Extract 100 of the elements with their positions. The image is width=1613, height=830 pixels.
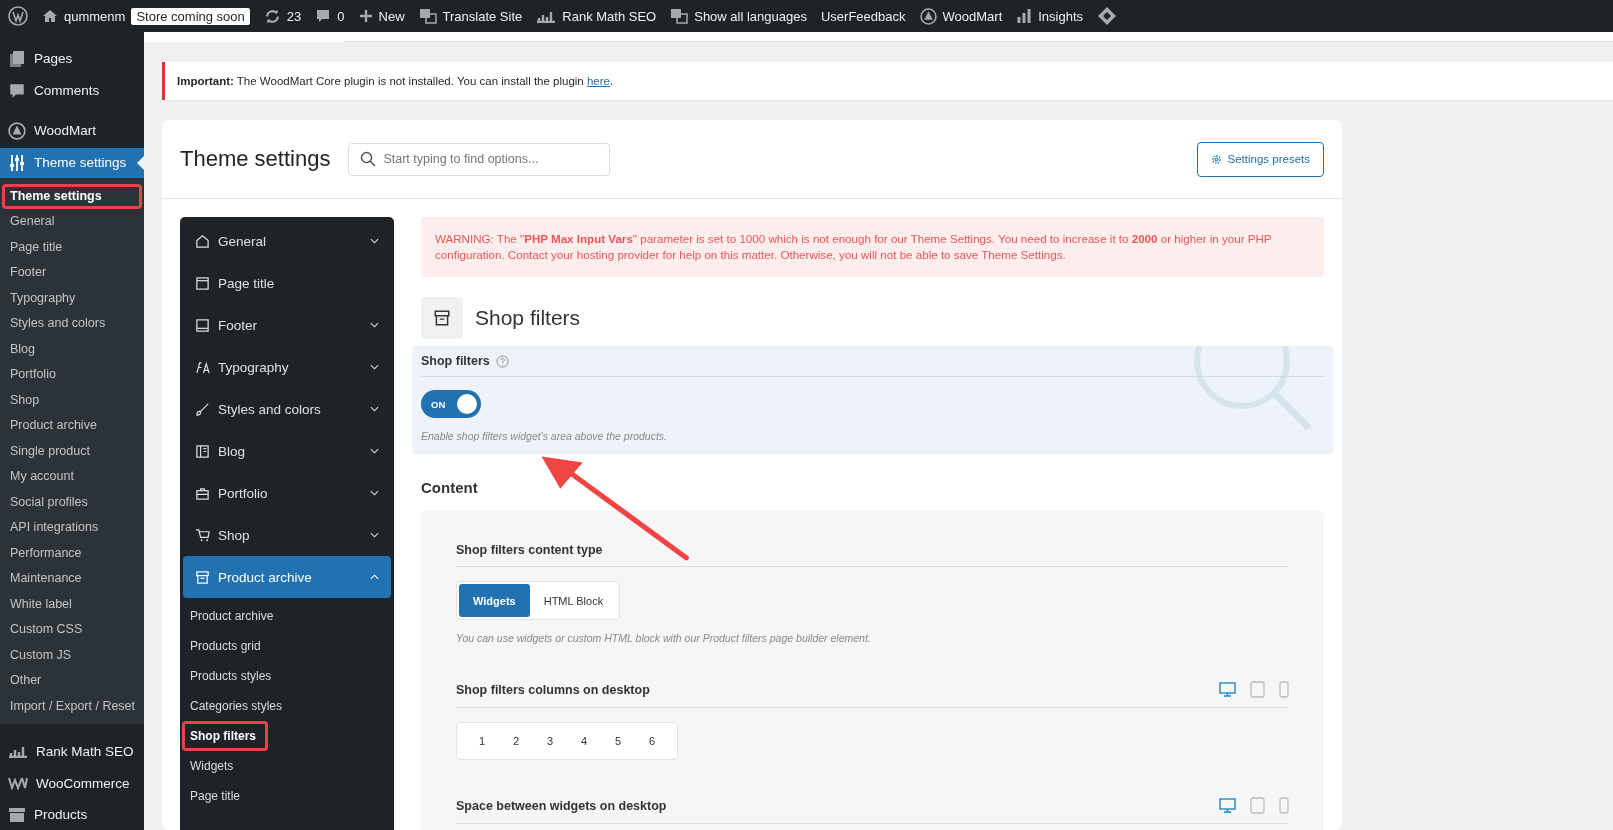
submenu-item[interactable]: Custom JS (0, 642, 144, 669)
menu-item[interactable]: Theme settings (0, 147, 144, 178)
toggle-switch[interactable]: ON (421, 390, 481, 418)
sliders-icon (8, 153, 26, 172)
nav-item[interactable]: Portfolio (183, 472, 391, 514)
segment-option[interactable]: 3 (533, 727, 567, 755)
segment-option[interactable]: 2 (499, 727, 533, 755)
submenu-item[interactable]: Page title (0, 234, 144, 261)
font-icon (195, 359, 210, 375)
tablet-icon[interactable] (1250, 681, 1265, 698)
nav-item[interactable]: Product archive (183, 556, 391, 598)
desktop-icon[interactable] (1219, 798, 1236, 813)
submenu-item[interactable]: My account (0, 464, 144, 490)
submenu-item[interactable]: White label (0, 591, 144, 618)
nav-item[interactable]: Page title (183, 262, 391, 304)
nav-item[interactable]: Styles and colors (183, 388, 391, 430)
submenu-item[interactable]: Portfolio (0, 362, 144, 388)
submenu-item[interactable]: General (0, 209, 144, 235)
submenu-item[interactable]: Styles and colors (0, 311, 144, 337)
segment-option[interactable]: HTML Block (529, 584, 618, 617)
submenu-item[interactable]: Custom CSS (0, 617, 144, 643)
submenu-item[interactable]: Blog (0, 336, 144, 363)
group-title: Content (421, 479, 479, 496)
option-description: Enable shop filters widget's area above the products. (421, 430, 668, 442)
nav-subitem[interactable]: Categories styles (180, 691, 394, 721)
submenu-item[interactable]: Theme settings (2, 183, 142, 210)
page-title: Theme settings (180, 146, 331, 172)
blog-icon (195, 443, 210, 459)
install-link[interactable]: here (586, 75, 610, 87)
admin-bar-link[interactable]: UserFeedback (820, 8, 906, 24)
bar-chart-icon (1016, 8, 1033, 24)
submenu-item[interactable]: Footer (0, 260, 144, 286)
cart-icon (195, 527, 210, 543)
admin-bar-link[interactable]: Translate Site (418, 8, 523, 24)
comment-icon (8, 81, 26, 100)
menu-item[interactable]: Comments (0, 75, 144, 106)
store-status-badge[interactable]: Store coming soon (131, 7, 250, 25)
nav-subitem[interactable]: Products grid (180, 631, 394, 661)
segment-option[interactable]: 5 (601, 727, 635, 755)
settings-presets-button[interactable]: Settings presets (1196, 141, 1324, 177)
w-logo-icon (8, 776, 28, 791)
phone-icon[interactable] (1279, 797, 1289, 814)
diamond-icon (1097, 6, 1118, 26)
submenu-item[interactable]: Shop (0, 387, 144, 414)
submenu-item[interactable]: Single product (0, 438, 144, 465)
nav-item[interactable]: Typography (183, 346, 391, 388)
nav-item[interactable]: Blog (183, 430, 391, 472)
nav-subitem[interactable]: Products styles (180, 661, 394, 691)
submenu-item[interactable]: Import / Export / Reset (0, 693, 144, 720)
warning-message: WARNING: The "PHP Max Input Vars" parameter is set to 1000 which is not enough for our Theme Settings. You need to increase it to 2000 or higher in your PHP configuration. Contact your hosting provider for help on this matter. Otherwise, you will not be able to save Theme Settings. (421, 217, 1324, 277)
tree-logo-icon (8, 121, 26, 140)
admin-bar-link[interactable]: 23 (263, 7, 302, 25)
submenu-item[interactable]: Maintenance (0, 566, 144, 592)
briefcase-icon (195, 485, 210, 501)
chevron-down-icon (370, 490, 379, 496)
chevron-down-icon (370, 406, 379, 412)
nav-item[interactable]: General (183, 220, 391, 262)
section-title: Shop filters (475, 306, 581, 330)
submenu-item[interactable]: Typography (0, 285, 144, 312)
submenu-item[interactable]: Other (0, 668, 144, 694)
admin-bar-link[interactable]: Rank Math SEO (536, 8, 657, 24)
admin-bar-link[interactable]: WoodMart (919, 7, 1003, 25)
admin-bar-link[interactable]: qummenm (42, 8, 126, 24)
admin-bar-link[interactable]: New (358, 8, 405, 24)
chevron-down-icon (370, 532, 379, 538)
admin-bar-link[interactable]: Insights (1016, 8, 1084, 24)
nav-subitem[interactable]: Shop filters (182, 721, 268, 751)
nav-subitem[interactable]: Product archive (180, 601, 394, 631)
segment-option[interactable]: 4 (567, 727, 601, 755)
menu-item[interactable]: Rank Math SEO (0, 736, 144, 767)
admin-bar-link[interactable]: Show all languages (670, 8, 807, 24)
search-field[interactable]: Start typing to find options... (348, 142, 611, 176)
submenu-item[interactable]: Social profiles (0, 489, 144, 516)
nav-subitem[interactable]: Widgets (180, 751, 394, 781)
admin-bar-link[interactable] (1097, 6, 1118, 26)
menu-item[interactable]: WooCommerce (0, 768, 144, 799)
phone-icon[interactable] (1279, 681, 1289, 698)
nav-item[interactable]: Shop (183, 514, 391, 556)
menu-item[interactable]: Pages (0, 44, 144, 74)
notice-text: Important: The WoodMart Core plugin is not installed. You can install the plugin here. (177, 75, 614, 87)
desktop-icon[interactable] (1219, 682, 1236, 697)
tablet-icon[interactable] (1250, 797, 1265, 814)
admin-bar-link[interactable]: 0 (315, 8, 345, 24)
archive-icon (8, 807, 26, 823)
segment-option[interactable]: Widgets (459, 584, 530, 617)
page-icon (195, 275, 210, 291)
nav-item[interactable]: Footer (183, 304, 391, 346)
admin-bar-link[interactable] (8, 6, 28, 26)
segment-option[interactable]: 1 (465, 727, 499, 755)
help-icon[interactable] (495, 354, 509, 368)
segment-option[interactable]: 6 (635, 727, 669, 755)
submenu-item[interactable]: API integrations (0, 515, 144, 541)
menu-item[interactable]: WoodMart (0, 115, 144, 146)
nav-subitem[interactable]: Page title (180, 781, 394, 811)
submenu-item[interactable]: Performance (0, 540, 144, 567)
chevron-down-icon (370, 238, 379, 244)
submenu-item[interactable]: Product archive (0, 413, 144, 439)
pages-icon (8, 49, 26, 68)
menu-item[interactable]: Products (0, 800, 144, 830)
chevron-up-icon (370, 574, 379, 580)
